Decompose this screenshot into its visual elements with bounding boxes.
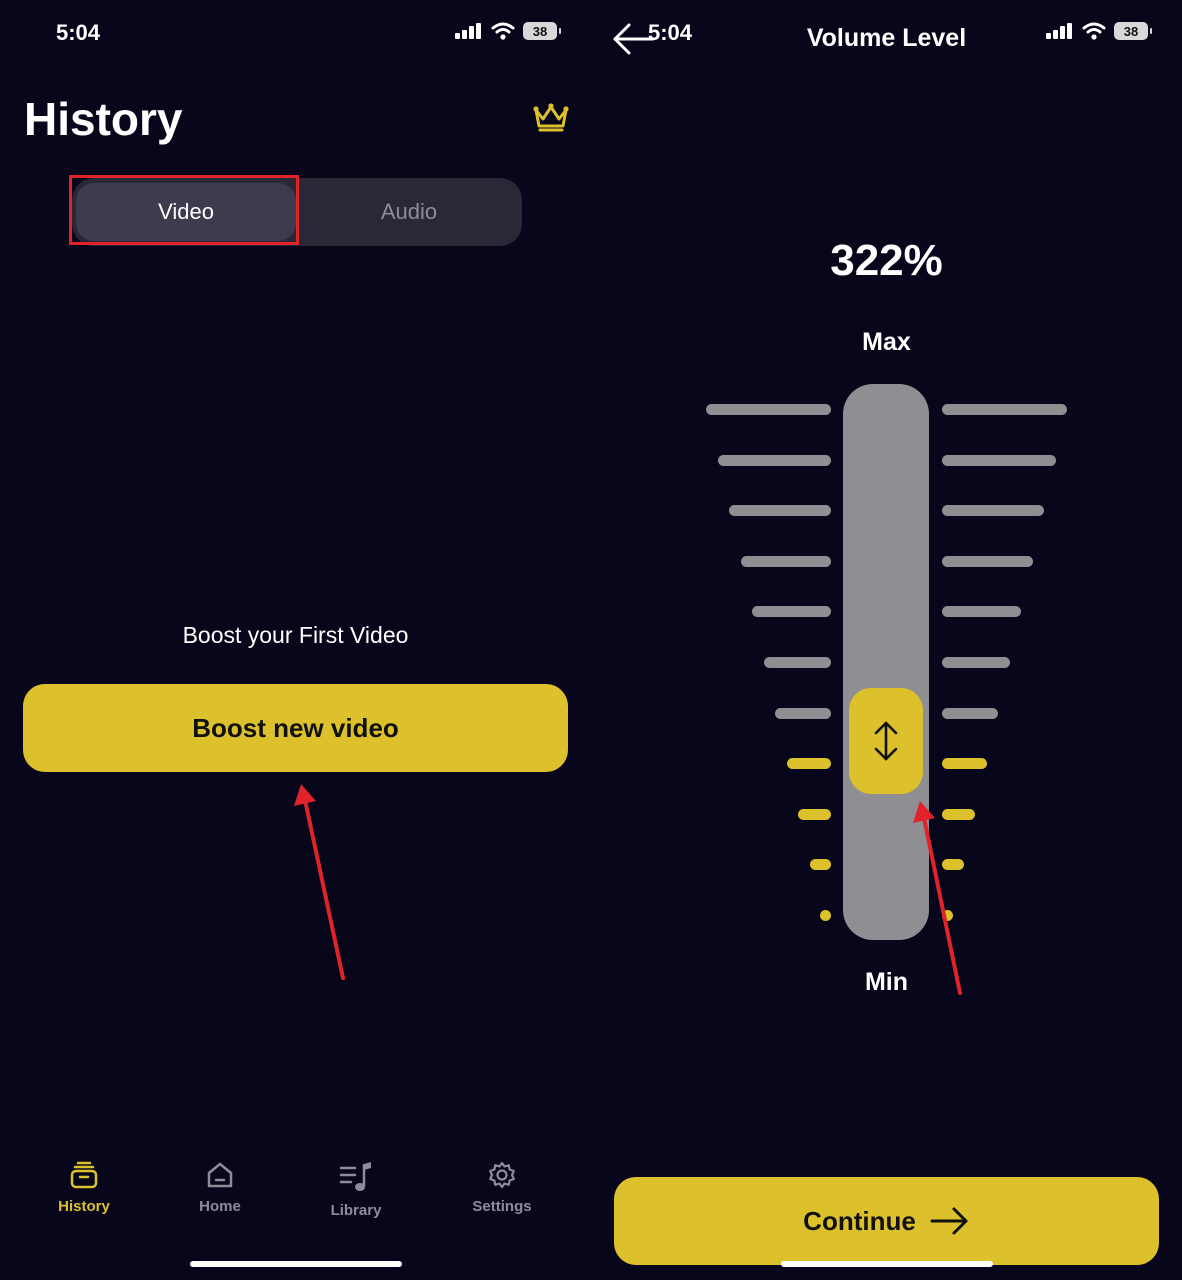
- volume-tick-right: [942, 859, 964, 871]
- max-label: Max: [862, 328, 911, 356]
- home-indicator: [190, 1261, 402, 1267]
- volume-tick-right: [942, 808, 975, 820]
- volume-tick-right: [942, 505, 1044, 517]
- volume-tick-right: [942, 606, 1021, 618]
- crown-icon[interactable]: [532, 102, 570, 137]
- tab-home-label: Home: [199, 1198, 241, 1215]
- status-time: 5:04: [56, 20, 101, 45]
- volume-tick-right: [942, 555, 1033, 567]
- home-indicator: [781, 1261, 993, 1267]
- volume-tick-left: [729, 505, 831, 517]
- cellular-signal-icon: [1046, 23, 1072, 39]
- volume-tick-right: [942, 707, 998, 719]
- arrow-right-icon: [930, 1207, 968, 1235]
- status-icons: 38: [455, 22, 561, 40]
- volume-tick-left: [809, 859, 831, 871]
- history-stack-icon: [70, 1161, 98, 1189]
- gear-icon: [489, 1161, 515, 1189]
- volume-percentage: 322%: [830, 236, 943, 285]
- volume-tick-left: [775, 707, 831, 719]
- home-icon: [207, 1162, 233, 1188]
- volume-tick-left: [820, 910, 831, 921]
- volume-tick-left: [706, 404, 831, 415]
- wifi-icon: [491, 22, 515, 40]
- empty-state-message: Boost your First Video: [182, 622, 409, 648]
- tab-bar: History Home Library Settings: [0, 1160, 591, 1240]
- volume-slider-thumb[interactable]: [849, 688, 923, 794]
- boost-new-video-button[interactable]: Boost new video: [23, 684, 568, 772]
- continue-button-label: Continue: [803, 1205, 916, 1236]
- volume-tick-right: [942, 910, 953, 921]
- tab-settings[interactable]: Settings: [442, 1160, 562, 1215]
- tab-history[interactable]: History: [24, 1160, 144, 1215]
- volume-slider-track[interactable]: [843, 384, 929, 940]
- tab-settings-label: Settings: [472, 1198, 532, 1215]
- segment-audio[interactable]: Audio: [300, 183, 518, 241]
- volume-tick-left: [786, 758, 831, 770]
- volume-tick-left: [717, 454, 831, 466]
- volume-tick-left: [763, 657, 831, 668]
- volume-tick-left: [740, 555, 831, 567]
- media-type-segmented-control: Video Audio: [69, 175, 522, 246]
- volume-tick-right: [942, 404, 1067, 415]
- tab-history-label: History: [58, 1198, 110, 1215]
- battery-indicator: 38: [523, 22, 561, 40]
- volume-tick-right: [942, 657, 1010, 668]
- battery-indicator: 38: [1114, 22, 1152, 40]
- up-down-arrow-icon: [874, 721, 898, 761]
- min-label: Min: [864, 968, 909, 996]
- volume-tick-right: [942, 758, 987, 770]
- volume-tick-left: [752, 606, 831, 618]
- volume-tick-right: [942, 454, 1056, 466]
- tab-library[interactable]: Library: [296, 1160, 416, 1219]
- tab-library-label: Library: [330, 1202, 382, 1219]
- volume-level-screen: 5:04 Volume Level 38 322% Max Min Contin…: [591, 0, 1182, 1280]
- volume-tick-left: [798, 808, 831, 820]
- music-library-icon: [339, 1162, 371, 1191]
- cellular-signal-icon: [455, 23, 481, 39]
- continue-button[interactable]: Continue: [614, 1177, 1159, 1265]
- page-title: History: [24, 93, 183, 145]
- status-icons: 38: [1046, 22, 1152, 40]
- tab-home[interactable]: Home: [160, 1160, 280, 1215]
- wifi-icon: [1082, 22, 1106, 40]
- history-screen: 5:04 38 History Video Audio Boost your F…: [0, 0, 591, 1280]
- segment-video[interactable]: Video: [76, 183, 296, 241]
